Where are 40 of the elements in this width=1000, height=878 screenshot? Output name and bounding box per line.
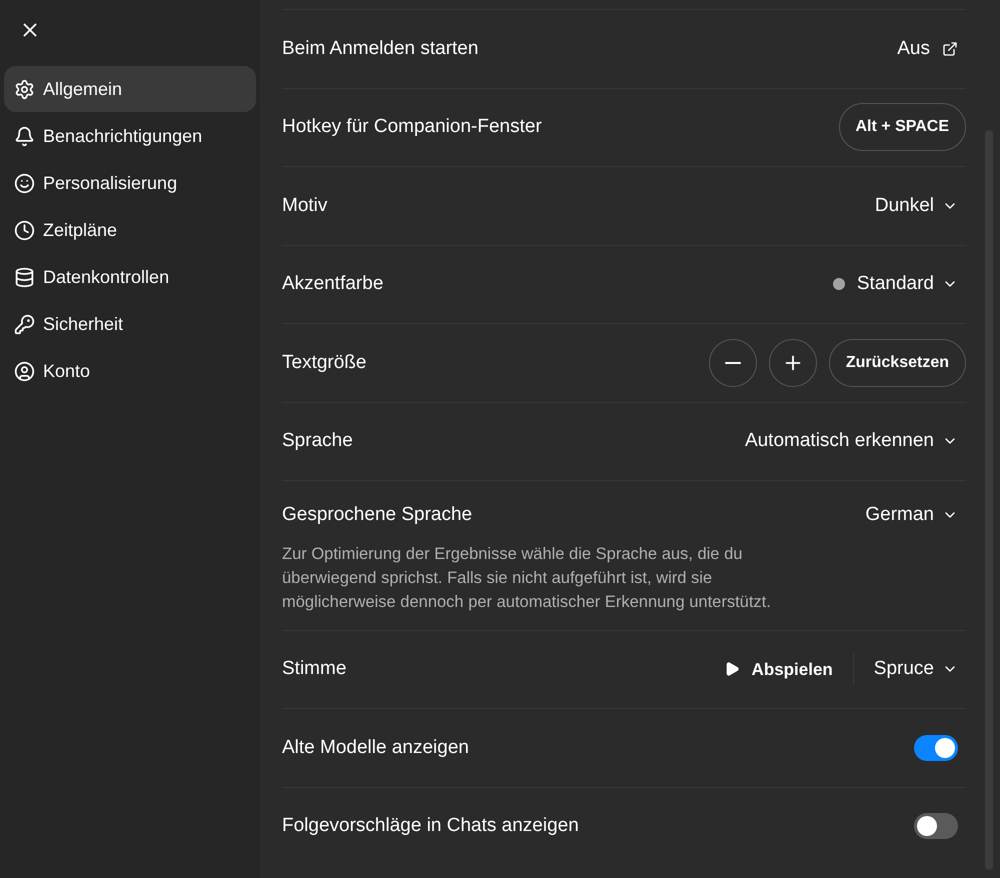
key-icon (14, 314, 35, 334)
setting-label: Gesprochene Sprache (282, 503, 472, 527)
increase-button[interactable] (768, 338, 817, 387)
setting-label: Motiv (282, 194, 328, 218)
setting-label: Hotkey für Companion-Fenster (282, 115, 542, 139)
external-link-icon (942, 40, 958, 57)
user-circle-icon (14, 360, 35, 382)
dropdown-button[interactable]: Dunkel (866, 188, 966, 224)
settings-icon (14, 78, 35, 100)
dropdown-button[interactable]: Spruce (866, 651, 966, 688)
setting-label: Folgevorschläge in Chats anzeigen (282, 814, 579, 838)
setting-description: Zur Optimierung der Ergebnisse wähle die Sprache aus, die du überwiegend sprichst. Falls sie nicht aufgeführt ist, wird sie möglicherweise dennoch per automatischer Erkennung unterstützt. (282, 544, 772, 612)
toggle-switch[interactable] (914, 734, 958, 761)
minus-icon (724, 362, 741, 364)
sidebar-item[interactable]: Sicherheit (4, 301, 256, 347)
sidebar-item[interactable]: Konto (4, 348, 256, 394)
setting-label: Sprache (282, 429, 353, 453)
sidebar-item[interactable]: Personalisierung (4, 160, 256, 206)
setting-label: Alte Modelle anzeigen (282, 736, 469, 760)
setting-label: Textgröße (282, 350, 366, 374)
setting-label: Akzentfarbe (282, 272, 384, 296)
sidebar-item[interactable]: Zeitpläne (4, 207, 256, 253)
dropdown-button[interactable]: Standard (824, 266, 966, 302)
toggle-switch[interactable] (914, 813, 958, 840)
setting-label: Stimme (282, 657, 346, 681)
link-button[interactable]: Aus (889, 34, 966, 63)
play-icon (724, 661, 740, 678)
sidebar-item[interactable]: Benachrichtigungen (4, 113, 256, 159)
setting-label: Beim Anmelden starten (282, 36, 478, 60)
database-icon (14, 266, 35, 288)
bell-icon (14, 126, 35, 146)
smile-icon (14, 172, 35, 194)
sidebar-item[interactable]: Allgemein (4, 66, 256, 112)
clock-icon (14, 220, 35, 240)
play-button[interactable]: Abspielen (716, 656, 853, 682)
reset-button[interactable]: Zurücksetzen (828, 338, 966, 387)
dropdown-button[interactable]: German (857, 497, 966, 534)
dropdown-button[interactable]: Automatisch erkennen (736, 423, 966, 460)
sidebar-item[interactable]: Datenkontrollen (4, 254, 256, 300)
hotkey-button[interactable]: Alt + SPACE (838, 103, 966, 152)
